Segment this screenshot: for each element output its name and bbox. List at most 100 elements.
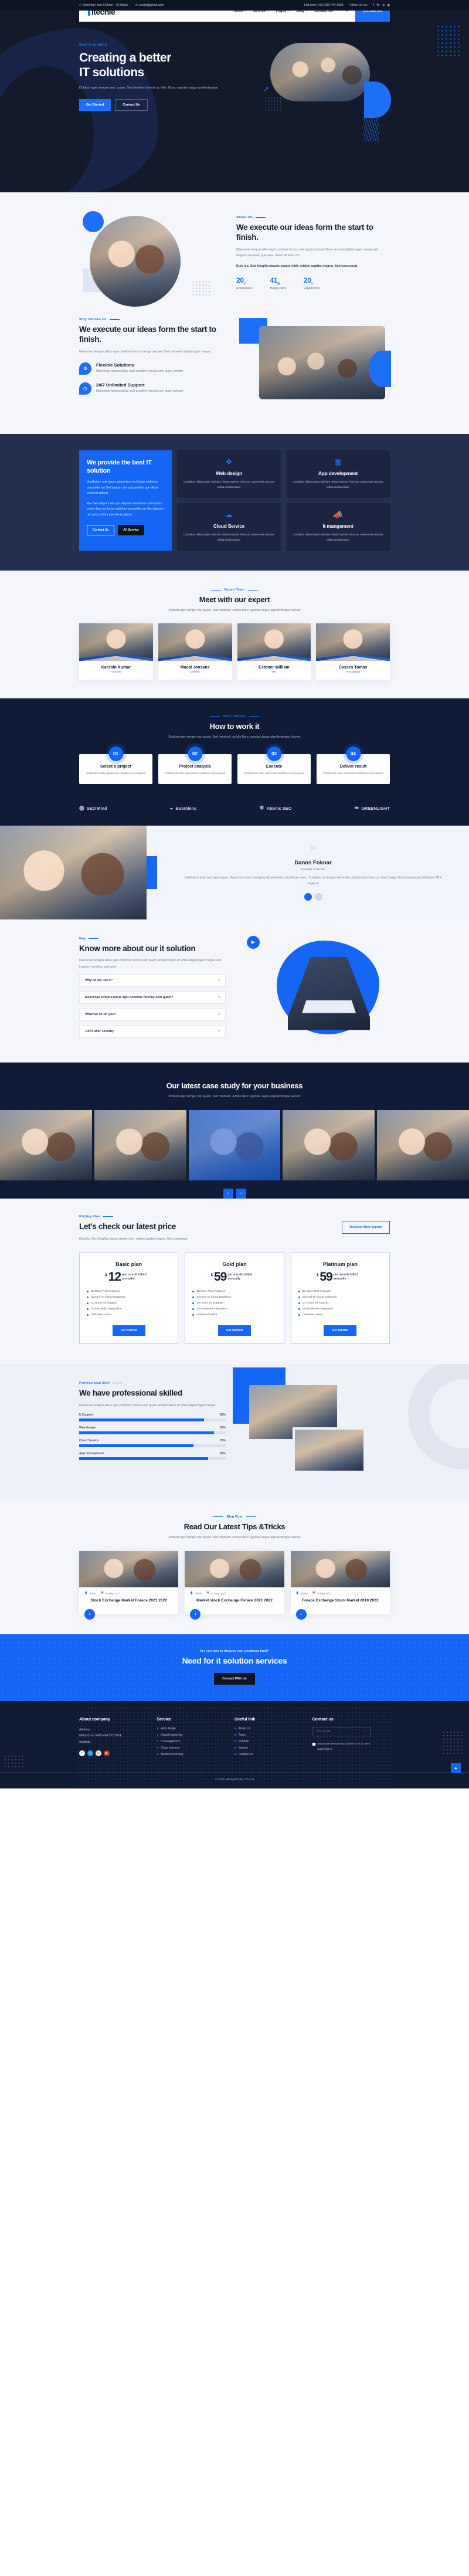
process-step-title: Execute <box>266 763 283 769</box>
footer-link[interactable]: Digital marketing <box>157 1733 235 1737</box>
case-study-item[interactable] <box>283 1109 375 1180</box>
pricing-get-started-button[interactable]: Get Started <box>218 1325 251 1336</box>
footer-link[interactable]: Cloud services <box>157 1746 235 1750</box>
blog-card-title: Stock Exchange Market Forace 2021 2022 <box>90 1598 167 1603</box>
facebook-icon[interactable]: f <box>79 1750 85 1757</box>
dribbble-icon[interactable]: ◉ <box>388 4 390 7</box>
footer-link[interactable]: About Us <box>235 1727 312 1730</box>
faq-item-label: What we do for you? <box>85 1013 117 1017</box>
case-study-item-active[interactable] <box>188 1109 281 1180</box>
process-step-title: Deliver result <box>339 763 367 769</box>
hero-contact-us-button[interactable]: Contact Us <box>115 99 148 111</box>
services-contact-button[interactable]: Contact Us <box>87 525 115 536</box>
search-icon[interactable]: ⌕ <box>346 11 349 13</box>
pricing-get-started-button[interactable]: Get Started <box>324 1325 357 1336</box>
case-study-item[interactable] <box>377 1109 469 1180</box>
case-study-item[interactable] <box>94 1109 186 1180</box>
team-member-card[interactable]: Casses Tomas IT Maneger <box>316 623 390 680</box>
arrow-up-icon[interactable]: ▲ <box>451 1763 461 1773</box>
logo[interactable]: itechie <box>87 11 115 16</box>
plus-icon[interactable]: + <box>84 1608 95 1620</box>
blog-card-meta: 👤 Admin 📅 04 May 2022 <box>79 1587 178 1595</box>
pricing-feature: Synced To Cloud Database <box>87 1296 171 1299</box>
discover-more-service-button[interactable]: Discover More Service <box>342 1220 390 1234</box>
team-member-card[interactable]: Macal Jonsans Director <box>158 623 232 680</box>
footer-link[interactable]: Web design <box>157 1727 235 1730</box>
plus-icon[interactable]: + <box>190 1608 201 1620</box>
play-icon[interactable]: ▶ <box>247 935 260 949</box>
footer-link[interactable]: Team <box>235 1733 312 1737</box>
service-cards: ❖ Web design Curabitur ullamcorper ultri… <box>177 450 390 551</box>
circle-icon: ◒ <box>169 805 174 812</box>
testimonial-dot-1[interactable] <box>304 892 312 901</box>
twitter-icon[interactable]: 🐦 <box>376 4 380 7</box>
nav-item-home[interactable]: Home + <box>233 11 246 13</box>
hero-eyebrow: Best it solution <box>79 43 107 47</box>
nav-item-contact[interactable]: Contact Us <box>314 11 333 13</box>
process-title: How to work it <box>209 721 260 731</box>
faq-accordion-item[interactable]: What we do for you? ▾ <box>79 1008 226 1021</box>
footer-link[interactable]: Contact Us <box>235 1753 312 1756</box>
testimonial-decor-bar <box>147 856 157 889</box>
service-card-title: App development <box>318 470 358 476</box>
chevron-left-icon[interactable]: ‹ <box>223 1188 233 1199</box>
pricing-feature: Unlimited Visitor <box>192 1314 276 1316</box>
email-item[interactable]: ✉ exam@gmail.com <box>135 4 164 7</box>
nav-item-pages[interactable]: Pages + <box>276 11 290 13</box>
pricing-grid: Basic plan $ 12 per month billed annuall… <box>79 1253 390 1344</box>
pricing-value: 12 <box>108 1270 121 1284</box>
blog-card[interactable]: 👤 Admin 📅 04 May 2022 Forace Exchange St… <box>290 1551 390 1620</box>
instagram-icon[interactable]: ◎ <box>96 1750 101 1757</box>
service-card[interactable]: ☁ Cloud Service Curabitur ullamcorper ul… <box>177 503 281 551</box>
skill-label: App development <box>79 1452 104 1456</box>
team-member-card[interactable]: Estoner William HR <box>237 623 311 680</box>
clock-icon: ◷ <box>79 382 91 395</box>
faq-accordion-item[interactable]: Why do we use it? ▾ <box>79 974 226 987</box>
blog-card[interactable]: 👤 Admin 📅 04 May 2022 Stock Exchange Mar… <box>79 1551 179 1620</box>
blog-author: 👤 Admin <box>190 1591 202 1595</box>
faq-paragraph: Maecenas tempus tellus eget condime honc… <box>79 959 222 969</box>
team-member-card[interactable]: Karshin Kumar Founder <box>79 623 153 680</box>
testimonial-dot-2[interactable] <box>314 892 322 901</box>
instagram-icon[interactable]: ◎ <box>382 4 385 7</box>
footer-link[interactable]: Machine learning <box>157 1753 235 1756</box>
service-card[interactable]: ❖ Web design Curabitur ullamcorper ultri… <box>177 450 281 498</box>
pricing-feature: 10 Hours Of Support <box>87 1302 171 1305</box>
chevron-right-icon[interactable]: › <box>236 1188 246 1199</box>
nav-item-contact-label: Contact Us <box>314 11 333 13</box>
nav-item-service[interactable]: Service + <box>253 11 269 13</box>
footer-contact-column: Contact us → Maecenas tempususcondime ho… <box>312 1718 390 1759</box>
logo-mark-icon <box>87 11 91 16</box>
nav-item-blog[interactable]: Blog + <box>296 11 307 13</box>
process-step: 01 Select a project Vestibulum ante ipsu… <box>79 746 152 784</box>
service-card[interactable]: ▦ App development Curabitur ullamcorper … <box>286 450 390 498</box>
footer-link[interactable]: It management <box>157 1740 235 1743</box>
hero-title-line1: Creating a better <box>79 51 171 65</box>
faq-accordion-item[interactable]: Maecenas tempus,tellus eget condime honc… <box>79 991 226 1004</box>
services-all-button[interactable]: All Service <box>118 525 144 536</box>
skill-bar-row: App development 88% <box>79 1452 226 1461</box>
plus-icon[interactable]: + <box>295 1608 307 1620</box>
service-card[interactable]: 📣 It mangement Curabitur ullamcorper ult… <box>286 503 390 551</box>
pricing-get-started-button[interactable]: Get Started <box>112 1325 145 1336</box>
email-field[interactable] <box>316 1729 362 1733</box>
hero-get-started-button[interactable]: Get Started <box>79 99 111 111</box>
blog-card[interactable]: 👤 Admin 📅 04 May 2022 Market stock Excha… <box>185 1551 284 1620</box>
footer-link[interactable]: Service <box>235 1746 312 1750</box>
process-step: 03 Execute Vestibulum ante ipsumusn eutu… <box>237 746 311 784</box>
arrow-right-icon[interactable]: → <box>363 1730 367 1733</box>
twitter-icon[interactable]: t <box>87 1750 93 1757</box>
footer-link[interactable]: Portfolio <box>235 1740 312 1743</box>
facebook-icon[interactable]: f <box>373 4 374 7</box>
blog-date: 📅 04 May 2022 <box>312 1591 332 1595</box>
why-kicker: Why Choose Us <box>79 318 229 321</box>
process-steps: 01 Select a project Vestibulum ante ipsu… <box>79 746 390 784</box>
social-links: f 🐦 ◎ ◉ <box>373 4 390 7</box>
faq-accordion-item[interactable]: 100% after security ▾ <box>79 1025 226 1038</box>
get-started-button[interactable]: Get Started <box>355 11 390 22</box>
youtube-icon[interactable]: ▶ <box>104 1750 110 1757</box>
case-study-item[interactable] <box>0 1109 92 1180</box>
skill-percent: 92% <box>219 1426 226 1430</box>
consent-checkbox[interactable] <box>312 1742 315 1746</box>
contact-with-us-button[interactable]: Contact With Us <box>214 1672 255 1685</box>
